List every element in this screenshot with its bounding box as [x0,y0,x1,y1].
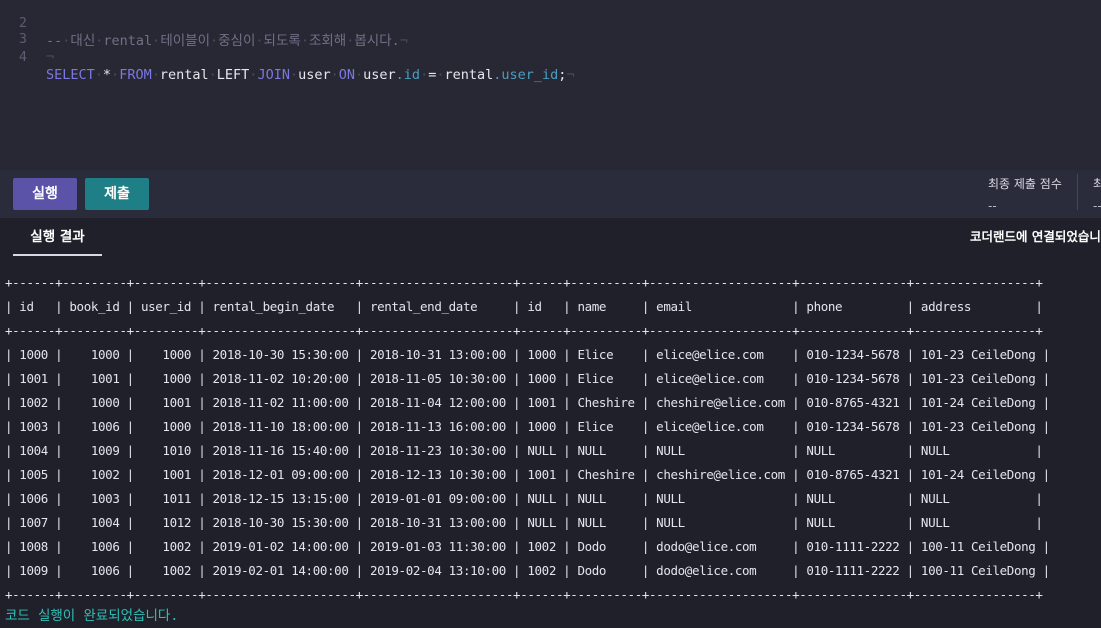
code-token: · [151,67,160,83]
code-token: SELECT [46,67,95,83]
code-text: --·대신·rental·테이블이·중심이·되도록·조회해·봅시다.¬ [46,32,408,50]
table-border-mid: +------+---------+---------+------------… [5,323,1043,338]
code-token: LEFT [216,67,250,83]
final-score: 최종 제출 점수 -- [988,176,1062,214]
code-token: JOIN [257,67,290,83]
table-row: | 1001 | 1001 | 1000 | 2018-11-02 10:20:… [5,371,1050,386]
line-number: 4 [18,49,27,65]
code-token: · [208,67,217,83]
code-token: .user_id [493,67,559,83]
table-header-row: | id | book_id | user_id | rental_begin_… [5,299,1043,314]
final-score-label: 최종 제출 점수 [988,177,1062,191]
table-row: | 1003 | 1006 | 1000 | 2018-11-10 18:00:… [5,419,1050,434]
table-border-bottom: +------+---------+---------+------------… [5,587,1043,602]
code-token: · [94,67,103,83]
table-row: | 1008 | 1006 | 1002 | 2019-01-02 14:00:… [5,539,1050,554]
table-row: | 1007 | 1004 | 1012 | 2018-10-30 15:30:… [5,515,1043,530]
final-score-value: -- [988,199,997,213]
code-token: user [363,67,396,83]
code-token: 봅시다. [354,33,400,49]
code-token: · [330,67,339,83]
code-token: · [355,67,364,83]
code-token: FROM [119,67,152,83]
result-tabbar: 실행 결과 코더랜드에 연결되었습니다 [0,218,1101,256]
second-score-label: 최 [1093,177,1101,191]
code-token: 대신 [70,33,96,49]
execution-status: 코드 실행이 완료되었습니다. [5,608,179,624]
score-divider [1077,174,1078,210]
code-token: 테이블이 [160,33,210,49]
code-token: · [210,33,219,49]
table-row: | 1002 | 1000 | 1001 | 2018-11-02 11:00:… [5,395,1050,410]
table-row: | 1009 | 1006 | 1002 | 2019-02-01 14:00:… [5,563,1050,578]
code-token: ¬ [566,67,575,83]
submit-button[interactable]: 제출 [85,178,149,210]
second-score-value: -- [1093,199,1101,213]
table-row: | 1004 | 1009 | 1010 | 2018-11-16 15:40:… [5,443,1043,458]
connection-status: 코더랜드에 연결되었습니다 [970,229,1101,244]
code-token: rental [159,67,209,83]
code-token: ON [338,67,356,83]
code-token: · [300,33,309,49]
table-row: | 1006 | 1003 | 1011 | 2018-12-15 13:15:… [5,491,1043,506]
code-line: 4 SELECT·*·FROM·rental·LEFT·JOIN·user·ON… [0,30,575,83]
table-row: | 1000 | 1000 | 1000 | 2018-10-30 15:30:… [5,347,1050,362]
code-token: rental [103,33,153,49]
code-token: .id [395,67,421,83]
code-editor[interactable]: 2 --·대신·rental·테이블이·중심이·되도록·조회해·봅시다.¬ 3 … [0,0,1101,170]
code-token: user [298,67,331,83]
result-console: +------+---------+---------+------------… [0,256,1101,628]
tab-run-result[interactable]: 실행 결과 [13,218,102,256]
table-border-top: +------+---------+---------+------------… [5,275,1043,290]
code-token: ¬ [399,33,408,49]
second-score: 최 -- [1093,176,1101,214]
code-text: SELECT·*·FROM·rental·LEFT·JOIN·user·ON·u… [46,66,575,84]
code-token: rental [444,67,494,83]
run-button[interactable]: 실행 [13,178,77,210]
code-token: · [420,67,429,83]
code-line: 3 ¬ [0,12,54,65]
code-token: 되도록 [263,33,301,49]
code-token: 조회해 [308,33,347,49]
code-token: 중심이 [218,33,256,49]
code-token: · [111,67,120,83]
code-token: * [102,67,112,83]
table-row: | 1005 | 1002 | 1001 | 2018-12-01 09:00:… [5,467,1050,482]
code-token: · [289,67,299,83]
code-token: · [255,33,264,49]
action-toolbar: 실행 제출 최종 제출 점수 -- 최 -- [0,170,1101,218]
coding-workspace: 2 --·대신·rental·테이블이·중심이·되도록·조회해·봅시다.¬ 3 … [0,0,1101,628]
